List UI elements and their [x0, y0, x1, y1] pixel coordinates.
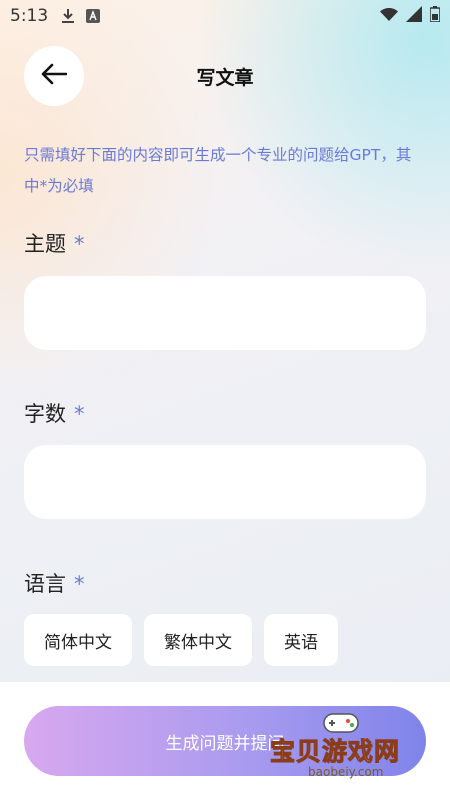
language-option-english[interactable]: 英语 — [264, 614, 338, 666]
language-option-traditional-chinese[interactable]: 繁体中文 — [144, 614, 252, 666]
topic-label: 主题 * — [24, 228, 85, 258]
language-label: 语言 * — [24, 568, 85, 598]
submit-button[interactable]: 生成问题并提问 — [24, 706, 426, 776]
required-mark: * — [74, 402, 85, 426]
download-icon — [60, 8, 76, 24]
a-icon — [86, 9, 101, 23]
topic-input[interactable] — [24, 276, 426, 350]
instruction-text: 只需填好下面的内容即可生成一个专业的问题给GPT，其中*为必填 — [24, 146, 412, 195]
required-mark: * — [74, 232, 85, 256]
word-count-input[interactable] — [24, 445, 426, 519]
status-bar: 5:13 — [0, 0, 450, 32]
arrow-left-icon — [41, 63, 68, 89]
word-count-label-text: 字数 — [24, 402, 66, 426]
topic-label-text: 主题 — [24, 232, 66, 256]
wifi-icon — [380, 7, 398, 26]
signal-icon — [406, 6, 422, 26]
status-time: 5:13 — [10, 6, 49, 26]
language-label-text: 语言 — [24, 572, 66, 596]
header: 写文章 — [0, 46, 450, 106]
battery-icon — [429, 6, 441, 26]
language-option-simplified-chinese[interactable]: 简体中文 — [24, 614, 132, 666]
required-mark: * — [74, 572, 85, 596]
back-button[interactable] — [24, 46, 84, 106]
word-count-label: 字数 * — [24, 398, 85, 428]
language-options: 简体中文 繁体中文 英语 — [24, 614, 338, 666]
